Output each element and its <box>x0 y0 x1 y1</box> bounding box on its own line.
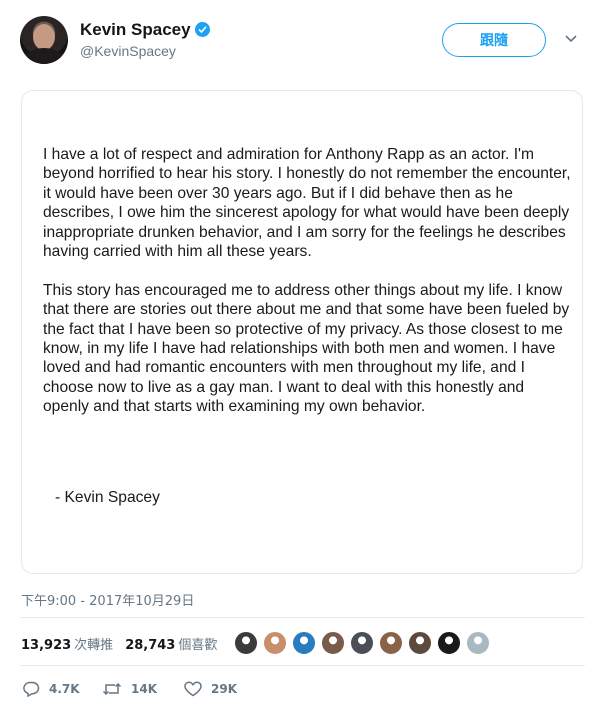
reply-icon <box>23 681 40 697</box>
retweet-count: 14K <box>131 682 157 696</box>
author-display-name[interactable]: Kevin Spacey <box>80 20 191 39</box>
tweet-header: Kevin Spacey @KevinSpacey 跟隨 <box>20 16 585 64</box>
likes-stat[interactable]: 28,743 個喜歡 <box>125 634 217 653</box>
statement-image[interactable]: I have a lot of respect and admiration f… <box>21 90 583 574</box>
author-info[interactable]: Kevin Spacey @KevinSpacey <box>80 20 210 59</box>
divider <box>20 665 585 666</box>
reply-button[interactable]: 4.7K <box>22 681 80 697</box>
statement-paragraph-2: This story has encouraged me to address … <box>43 281 570 416</box>
liker-avatar[interactable] <box>321 631 345 655</box>
liker-avatar[interactable] <box>408 631 432 655</box>
liker-avatar[interactable] <box>263 631 287 655</box>
like-button[interactable]: 29K <box>184 681 237 697</box>
likes-label: 個喜歡 <box>178 638 218 653</box>
verified-badge-icon <box>194 22 210 37</box>
author-handle[interactable]: @KevinSpacey <box>80 43 210 59</box>
statement-text: I have a lot of respect and admiration f… <box>43 145 573 436</box>
liker-avatar[interactable] <box>379 631 403 655</box>
like-count: 29K <box>211 682 237 696</box>
statement-signature: - Kevin Spacey <box>55 489 160 506</box>
tweet-stats: 13,923 次轉推 28,743 個喜歡 <box>21 634 229 653</box>
statement-paragraph-1: I have a lot of respect and admiration f… <box>43 146 571 261</box>
author-avatar[interactable] <box>20 16 68 64</box>
liker-avatar[interactable] <box>437 631 461 655</box>
retweets-stat[interactable]: 13,923 次轉推 <box>21 634 113 653</box>
retweet-button[interactable]: 14K <box>102 681 157 697</box>
liker-avatar[interactable] <box>292 631 316 655</box>
retweets-label: 次轉推 <box>74 638 114 653</box>
likes-count: 28,743 <box>125 638 176 653</box>
tweet-timestamp[interactable]: 下午9:00 - 2017年10月29日 <box>21 590 194 609</box>
heart-icon <box>184 681 202 697</box>
liker-avatar[interactable] <box>466 631 490 655</box>
liker-avatar[interactable] <box>350 631 374 655</box>
reply-count: 4.7K <box>49 682 80 696</box>
chevron-down-icon[interactable] <box>564 34 578 44</box>
liker-avatar[interactable] <box>234 631 258 655</box>
retweet-icon <box>102 682 122 696</box>
divider <box>20 617 585 618</box>
follow-button[interactable]: 跟隨 <box>442 23 546 57</box>
retweets-count: 13,923 <box>21 638 72 653</box>
